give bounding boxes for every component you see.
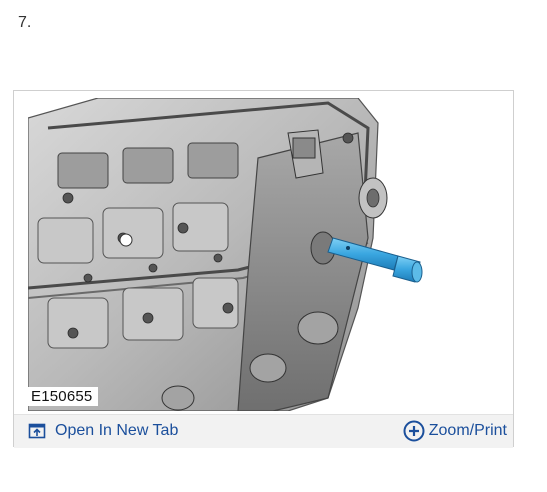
figure-frame: E150655 Open In New Tab Zoom/Print	[13, 90, 514, 448]
figure-label: E150655	[28, 387, 99, 406]
figure-toolbar: Open In New Tab Zoom/Print	[14, 414, 513, 448]
step-number: 7.	[18, 14, 32, 31]
zoom-print-button[interactable]: Zoom/Print	[403, 419, 507, 443]
open-in-new-tab-link[interactable]: Open In New Tab	[28, 420, 178, 442]
figure-illustration[interactable]	[28, 98, 500, 411]
circle-plus-icon	[403, 420, 425, 442]
zoom-print-label: Zoom/Print	[428, 422, 507, 439]
open-in-new-tab-label: Open In New Tab	[55, 422, 179, 439]
open-in-new-tab-icon	[28, 422, 46, 440]
